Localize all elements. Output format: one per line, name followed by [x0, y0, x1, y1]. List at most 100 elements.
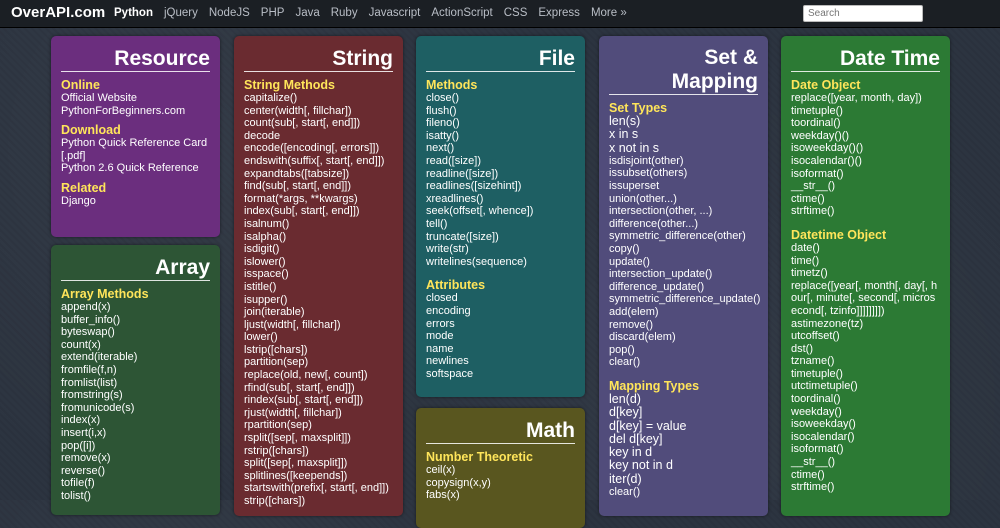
- date-method-link[interactable]: strftime(): [791, 205, 940, 218]
- nav-item-express[interactable]: Express: [538, 7, 580, 19]
- array-method-link[interactable]: pop([i]): [61, 440, 210, 453]
- string-method-link[interactable]: decode: [244, 130, 393, 143]
- file-method-link[interactable]: close(): [426, 92, 575, 105]
- datetime-method-link[interactable]: timetz(): [791, 267, 940, 280]
- string-method-link[interactable]: ljust(width[, fillchar]): [244, 319, 393, 332]
- related-link[interactable]: Django: [61, 195, 210, 208]
- datetime-method-link[interactable]: tzname(): [791, 355, 940, 368]
- datetime-method-link[interactable]: weekday(): [791, 406, 940, 419]
- datetime-method-link[interactable]: astimezone(tz): [791, 318, 940, 331]
- date-method-link[interactable]: weekday()(): [791, 130, 940, 143]
- datetime-method-link[interactable]: dst(): [791, 343, 940, 356]
- string-method-link[interactable]: join(iterable): [244, 306, 393, 319]
- file-method-link[interactable]: isatty(): [426, 130, 575, 143]
- set-method-link[interactable]: symmetric_difference(other): [609, 230, 758, 243]
- set-method-link[interactable]: intersection_update(): [609, 268, 758, 281]
- array-method-link[interactable]: index(x): [61, 414, 210, 427]
- nav-item-java[interactable]: Java: [295, 7, 319, 19]
- set-method-link[interactable]: pop(): [609, 344, 758, 357]
- nav-item-more[interactable]: More »: [591, 7, 627, 19]
- nav-item-css[interactable]: CSS: [504, 7, 528, 19]
- nav-item-ruby[interactable]: Ruby: [331, 7, 358, 19]
- datetime-method-link[interactable]: strftime(): [791, 481, 940, 494]
- date-method-link[interactable]: toordinal(): [791, 117, 940, 130]
- download-link[interactable]: Python Quick Reference Card: [61, 137, 210, 150]
- mapping-method-link[interactable]: clear(): [609, 486, 758, 499]
- datetime-method-link[interactable]: toordinal(): [791, 393, 940, 406]
- site-logo[interactable]: OverAPI.com: [11, 4, 105, 21]
- file-method-link[interactable]: readline([size]): [426, 168, 575, 181]
- string-method-link[interactable]: rpartition(sep): [244, 419, 393, 432]
- string-method-link[interactable]: endswith(suffix[, start[, end]]): [244, 155, 393, 168]
- array-method-link[interactable]: tolist(): [61, 490, 210, 503]
- nav-item-python[interactable]: Python: [114, 7, 153, 19]
- file-attribute-link[interactable]: mode: [426, 330, 575, 343]
- datetime-method-link[interactable]: ctime(): [791, 469, 940, 482]
- array-method-link[interactable]: reverse(): [61, 465, 210, 478]
- set-method-link[interactable]: clear(): [609, 356, 758, 369]
- datetime-method-link[interactable]: replace([year[, month[, day[, hour[, min…: [791, 280, 940, 318]
- nav-item-php[interactable]: PHP: [261, 7, 285, 19]
- set-method-link[interactable]: symmetric_difference_update(): [609, 293, 760, 306]
- string-method-link[interactable]: isdigit(): [244, 243, 393, 256]
- string-method-link[interactable]: rindex(sub[, start[, end]]): [244, 394, 393, 407]
- datetime-method-link[interactable]: isocalendar(): [791, 431, 940, 444]
- date-method-link[interactable]: isoformat(): [791, 168, 940, 181]
- array-method-link[interactable]: count(x): [61, 339, 210, 352]
- file-attribute-link[interactable]: softspace: [426, 368, 575, 381]
- file-attribute-link[interactable]: errors: [426, 318, 575, 331]
- download-link[interactable]: [.pdf]: [61, 150, 210, 163]
- datetime-method-link[interactable]: utctimetuple(): [791, 380, 940, 393]
- mapping-operation-link[interactable]: iter(d): [609, 472, 758, 486]
- set-method-link[interactable]: copy(): [609, 243, 758, 256]
- date-method-link[interactable]: __str__(): [791, 180, 940, 193]
- datetime-method-link[interactable]: __str__(): [791, 456, 940, 469]
- file-method-link[interactable]: flush(): [426, 105, 575, 118]
- mapping-operation-link[interactable]: del d[key]: [609, 432, 758, 446]
- set-operation-link[interactable]: x not in s: [609, 141, 758, 155]
- string-method-link[interactable]: count(sub[, start[, end]]): [244, 117, 393, 130]
- string-method-link[interactable]: format(*args, **kwargs): [244, 193, 393, 206]
- string-method-link[interactable]: lstrip([chars]): [244, 344, 393, 357]
- file-method-link[interactable]: read([size]): [426, 155, 575, 168]
- set-method-link[interactable]: issubset(others): [609, 167, 758, 180]
- array-method-link[interactable]: remove(x): [61, 452, 210, 465]
- file-method-link[interactable]: seek(offset[, whence]): [426, 205, 575, 218]
- array-method-link[interactable]: byteswap(): [61, 326, 210, 339]
- set-method-link[interactable]: difference_update(): [609, 281, 758, 294]
- set-method-link[interactable]: add(elem): [609, 306, 758, 319]
- set-operation-link[interactable]: x in s: [609, 127, 758, 141]
- string-method-link[interactable]: expandtabs([tabsize]): [244, 168, 393, 181]
- array-method-link[interactable]: fromunicode(s): [61, 402, 210, 415]
- string-method-link[interactable]: rstrip([chars]): [244, 445, 393, 458]
- string-method-link[interactable]: encode([encoding[, errors]]): [244, 142, 393, 155]
- string-method-link[interactable]: partition(sep): [244, 356, 393, 369]
- file-method-link[interactable]: xreadlines(): [426, 193, 575, 206]
- string-method-link[interactable]: istitle(): [244, 281, 393, 294]
- datetime-method-link[interactable]: utcoffset(): [791, 330, 940, 343]
- set-method-link[interactable]: difference(other...): [609, 218, 758, 231]
- array-method-link[interactable]: append(x): [61, 301, 210, 314]
- set-method-link[interactable]: isdisjoint(other): [609, 155, 758, 168]
- math-function-link[interactable]: ceil(x): [426, 464, 575, 477]
- date-method-link[interactable]: isocalendar()(): [791, 155, 940, 168]
- math-function-link[interactable]: copysign(x,y): [426, 477, 575, 490]
- set-method-link[interactable]: discard(elem): [609, 331, 758, 344]
- set-operation-link[interactable]: len(s): [609, 114, 758, 128]
- set-method-link[interactable]: remove(): [609, 319, 758, 332]
- string-method-link[interactable]: splitlines([keepends]): [244, 470, 393, 483]
- array-method-link[interactable]: tofile(f): [61, 477, 210, 490]
- datetime-method-link[interactable]: isoweekday(): [791, 418, 940, 431]
- mapping-operation-link[interactable]: key not in d: [609, 459, 758, 473]
- string-method-link[interactable]: rjust(width[, fillchar]): [244, 407, 393, 420]
- file-method-link[interactable]: writelines(sequence): [426, 256, 575, 269]
- file-method-link[interactable]: tell(): [426, 218, 575, 231]
- string-method-link[interactable]: replace(old, new[, count]): [244, 369, 393, 382]
- datetime-method-link[interactable]: isoformat(): [791, 443, 940, 456]
- file-method-link[interactable]: next(): [426, 142, 575, 155]
- date-method-link[interactable]: timetuple(): [791, 105, 940, 118]
- datetime-method-link[interactable]: time(): [791, 255, 940, 268]
- array-method-link[interactable]: fromstring(s): [61, 389, 210, 402]
- string-method-link[interactable]: find(sub[, start[, end]]): [244, 180, 393, 193]
- array-method-link[interactable]: fromfile(f,n): [61, 364, 210, 377]
